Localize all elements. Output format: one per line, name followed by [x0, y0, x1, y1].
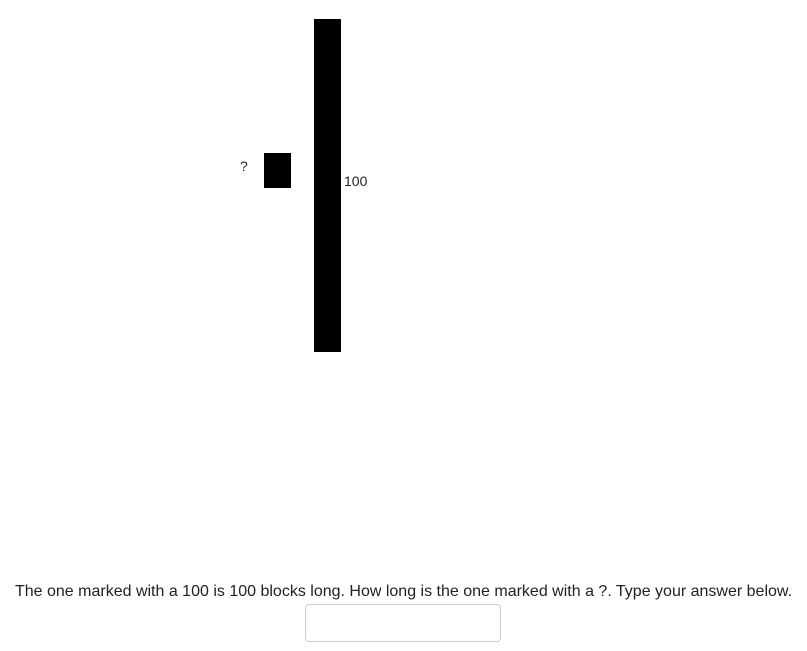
unknown-length-bar: [264, 153, 291, 188]
unknown-bar-label: ?: [240, 158, 248, 174]
reference-bar-label: 100: [344, 173, 368, 189]
answer-input[interactable]: [305, 604, 501, 642]
reference-bar: [314, 19, 341, 352]
question-prompt: The one marked with a 100 is 100 blocks …: [14, 583, 793, 600]
bar-comparison-area: ? 100: [0, 0, 807, 560]
